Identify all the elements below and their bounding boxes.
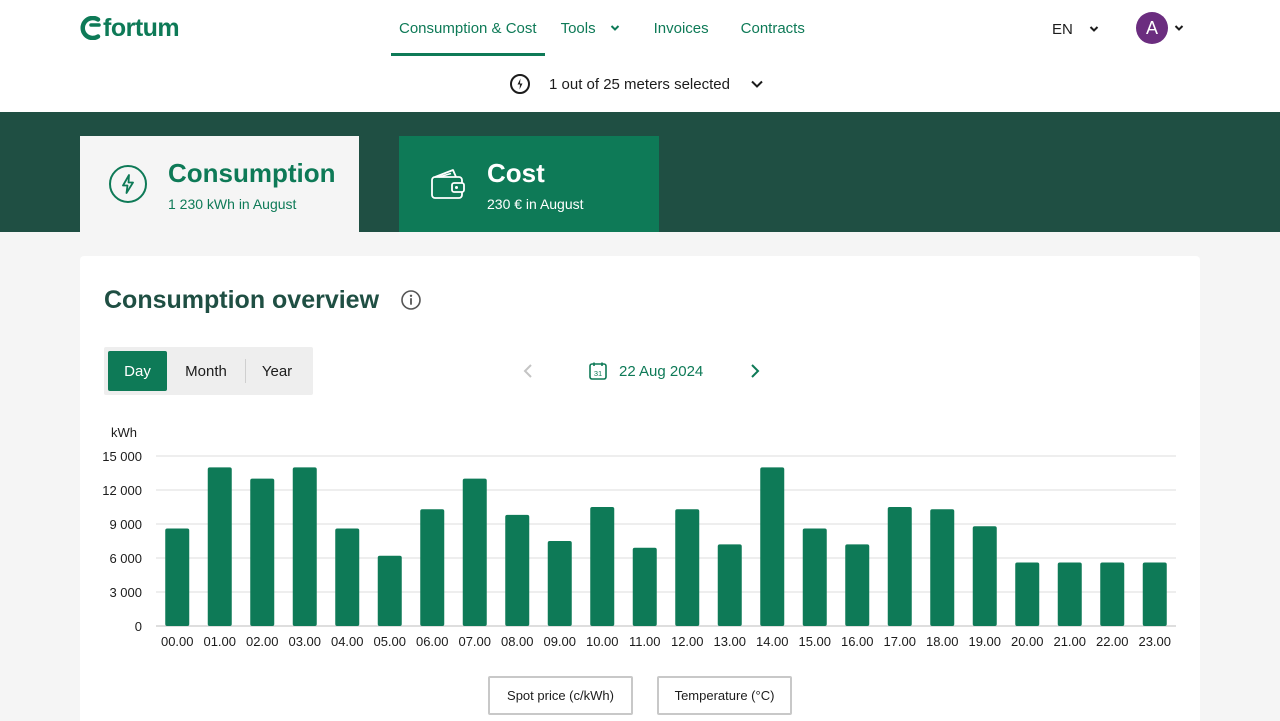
nav-label: Tools [560,19,596,37]
user-menu[interactable]: A [1136,12,1184,44]
avatar: A [1136,12,1168,44]
meter-selection-text: 1 out of 25 meters selected [549,75,730,93]
x-tick-label: 12.00 [671,634,704,649]
tab-subtitle: 230 € in August [487,196,584,212]
x-tick-label: 16.00 [841,634,874,649]
x-tick-label: 09.00 [543,634,576,649]
language-selector[interactable]: EN [1052,18,1099,40]
x-tick-label: 02.00 [246,634,279,649]
wallet-icon [431,169,465,199]
bar[interactable] [590,507,615,626]
x-tick-label: 03.00 [288,634,321,649]
y-tick-label: 9 000 [109,517,142,532]
bar[interactable] [1015,562,1040,626]
x-tick-label: 18.00 [926,634,959,649]
nav-label: Invoices [653,19,709,37]
bar[interactable] [972,526,997,626]
consumption-overview-panel: Consumption overview Day Month Year 31 2… [80,256,1200,721]
bar[interactable] [802,528,827,626]
fortum-logo-icon [80,16,101,40]
tab-title: Consumption [168,158,336,188]
bar[interactable] [1057,562,1082,626]
x-tick-label: 22.00 [1096,634,1129,649]
tab-cost[interactable]: Cost 230 € in August [399,136,659,232]
bar[interactable] [632,547,657,626]
bar[interactable] [717,544,742,626]
y-tick-label: 12 000 [102,483,142,498]
temperature-toggle[interactable]: Temperature (°C) [657,676,792,715]
top-header: fortum Consumption & Cost Tools Invoices… [0,0,1280,112]
bar[interactable] [760,467,785,626]
x-tick-label: 06.00 [416,634,449,649]
x-tick-label: 01.00 [203,634,236,649]
bar[interactable] [505,514,530,626]
bar[interactable] [930,509,955,626]
y-tick-label: 0 [135,619,142,634]
nav-consumption-cost[interactable]: Consumption & Cost [391,0,545,56]
bar[interactable] [887,507,912,626]
nav-contracts[interactable]: Contracts [741,0,805,56]
x-tick-label: 00.00 [161,634,194,649]
y-tick-label: 6 000 [109,551,142,566]
fortum-logo[interactable]: fortum [80,13,180,42]
bar[interactable] [845,544,870,626]
nav-label: Consumption & Cost [399,19,537,37]
y-tick-label: 3 000 [109,585,142,600]
x-tick-label: 17.00 [883,634,916,649]
chevron-down-icon [1174,25,1184,31]
nav-tools[interactable]: Tools [561,0,620,56]
bar[interactable] [250,478,275,626]
tab-subtitle: 1 230 kWh in August [168,196,297,212]
x-tick-label: 21.00 [1053,634,1086,649]
bar[interactable] [165,528,190,626]
tab-title: Cost [487,158,545,188]
x-tick-label: 20.00 [1011,634,1044,649]
x-tick-label: 10.00 [586,634,619,649]
brand-name: fortum [103,13,180,42]
spot-price-toggle[interactable]: Spot price (c/kWh) [488,676,633,715]
chevron-down-icon [1089,26,1099,32]
main-nav: Consumption & Cost Tools Invoices Contra… [391,0,805,56]
bar[interactable] [335,528,360,626]
y-tick-label: 15 000 [102,449,142,464]
bars [165,467,1167,626]
language-label: EN [1052,20,1073,38]
bar[interactable] [207,467,232,626]
chevron-down-icon [610,25,619,31]
meter-icon [510,74,530,94]
bar[interactable] [675,509,700,626]
bar[interactable] [547,541,572,626]
tab-consumption[interactable]: Consumption 1 230 kWh in August [80,136,359,232]
bar[interactable] [462,478,487,626]
x-tick-label: 19.00 [968,634,1001,649]
x-tick-label: 05.00 [373,634,406,649]
y-axis-ticks: 0 3 000 6 000 9 000 12 000 15 000 [102,449,142,634]
x-tick-label: 15.00 [798,634,831,649]
nav-invoices[interactable]: Invoices [654,0,709,56]
consumption-bar-chart: kWh 0 3 000 6 000 9 000 12 000 15 000 00.00 01… [102,425,1176,649]
x-tick-label: 08.00 [501,634,534,649]
x-tick-label: 14.00 [756,634,789,649]
chevron-down-icon [751,80,763,88]
bar[interactable] [1100,562,1125,626]
bar[interactable] [420,509,445,626]
y-axis-label: kWh [111,425,137,440]
x-axis-ticks: 00.00 01.00 02.00 03.00 04.00 05.00 06.00 07.00… [161,634,1171,649]
nav-label: Contracts [740,19,805,37]
bar[interactable] [1142,562,1167,626]
x-tick-label: 23.00 [1138,634,1171,649]
lightning-icon [109,165,147,203]
bar[interactable] [377,555,402,626]
x-tick-label: 07.00 [458,634,491,649]
x-tick-label: 04.00 [331,634,364,649]
meter-selector[interactable]: 1 out of 25 meters selected [509,73,764,95]
x-tick-label: 11.00 [629,634,661,649]
bar[interactable] [292,467,317,626]
x-tick-label: 13.00 [713,634,746,649]
